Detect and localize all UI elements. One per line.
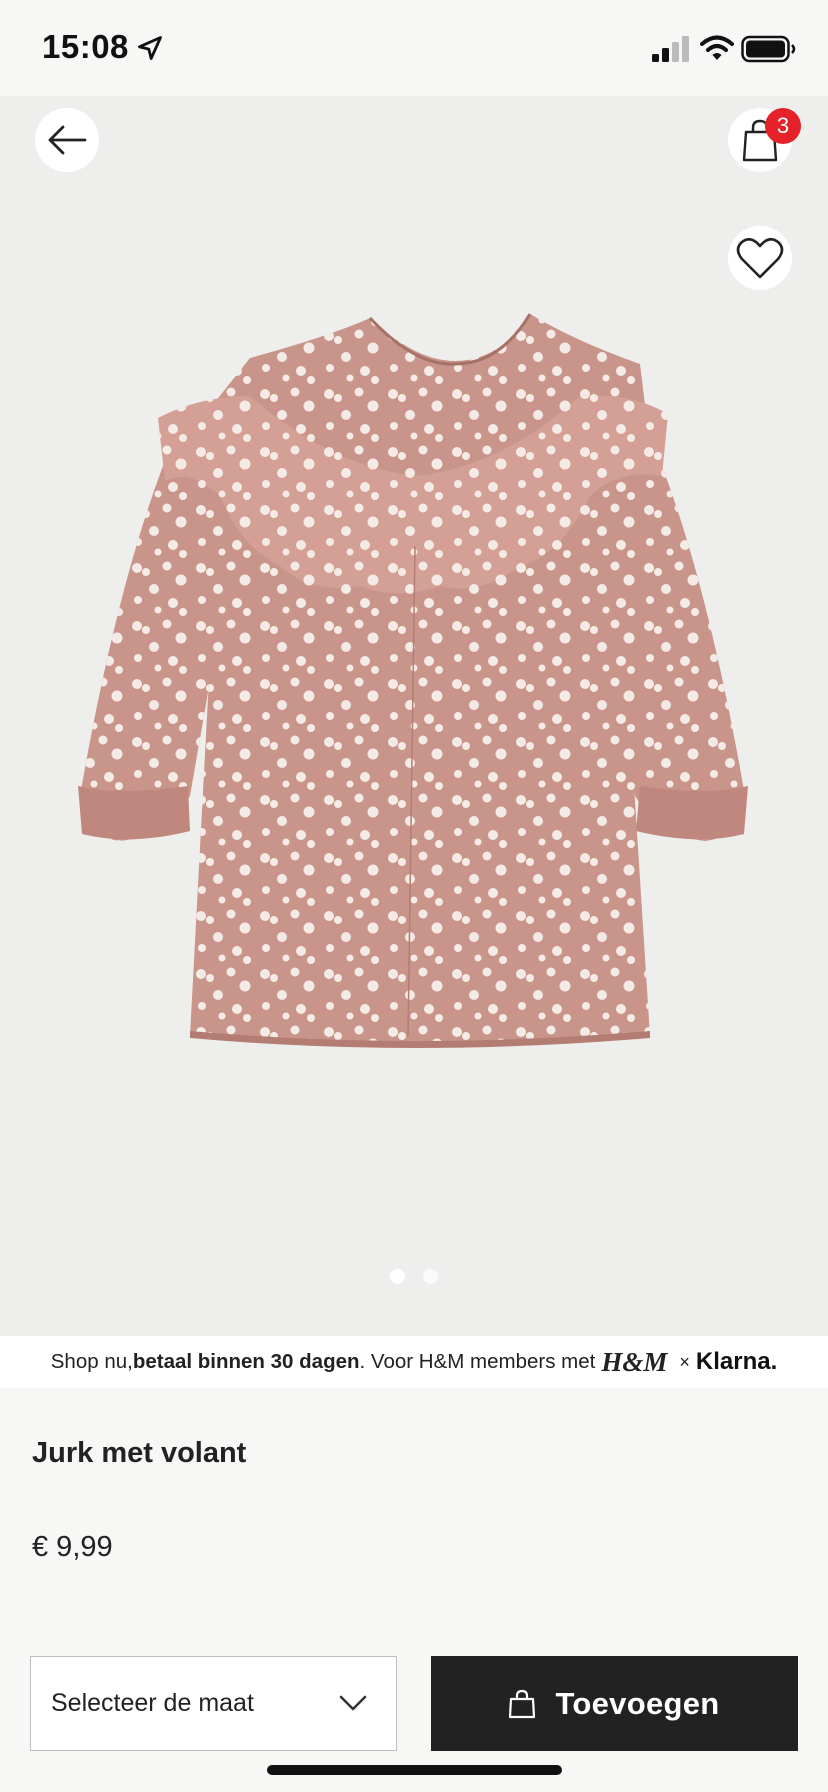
favorite-button[interactable] [728,226,792,290]
klarna-promo-banner[interactable]: Shop nu, betaal binnen 30 dagen . Voor H… [0,1336,828,1388]
hm-logo: H&M [601,1346,668,1377]
back-button[interactable] [35,108,99,172]
product-image-gallery[interactable]: 3 [0,96,828,1336]
heart-outline-icon [736,237,784,279]
home-indicator[interactable] [267,1765,562,1775]
promo-text-bold: betaal binnen 30 dagen [132,1350,360,1373]
bag-icon [509,1689,536,1718]
arrow-left-icon [48,125,87,155]
promo-text-after: . Voor H&M members met [359,1350,596,1373]
pagination-dot-active[interactable] [390,1269,405,1284]
cellular-signal-icon [652,36,689,62]
add-to-bag-button[interactable]: Toevoegen [431,1656,798,1751]
promo-separator: × [679,1351,690,1372]
battery-icon [741,35,796,63]
wifi-icon [700,35,734,60]
product-price: € 9,99 [32,1531,113,1563]
status-bar: 15:08 [0,0,828,96]
size-select-dropdown[interactable]: Selecteer de maat [30,1656,397,1751]
cart-count-badge: 3 [765,108,801,144]
location-arrow-icon [138,36,162,60]
promo-text-before: Shop nu, [50,1350,133,1373]
product-image [78,313,748,1048]
status-time: 15:08 [42,28,129,65]
chevron-down-icon [339,1695,367,1711]
image-pagination [0,1269,828,1285]
product-title: Jurk met volant [32,1437,247,1469]
add-button-label: Toevoegen [555,1685,720,1721]
size-select-label: Selecteer de maat [51,1689,254,1717]
pagination-dot[interactable] [423,1269,438,1284]
klarna-logo: Klarna. [695,1348,778,1375]
